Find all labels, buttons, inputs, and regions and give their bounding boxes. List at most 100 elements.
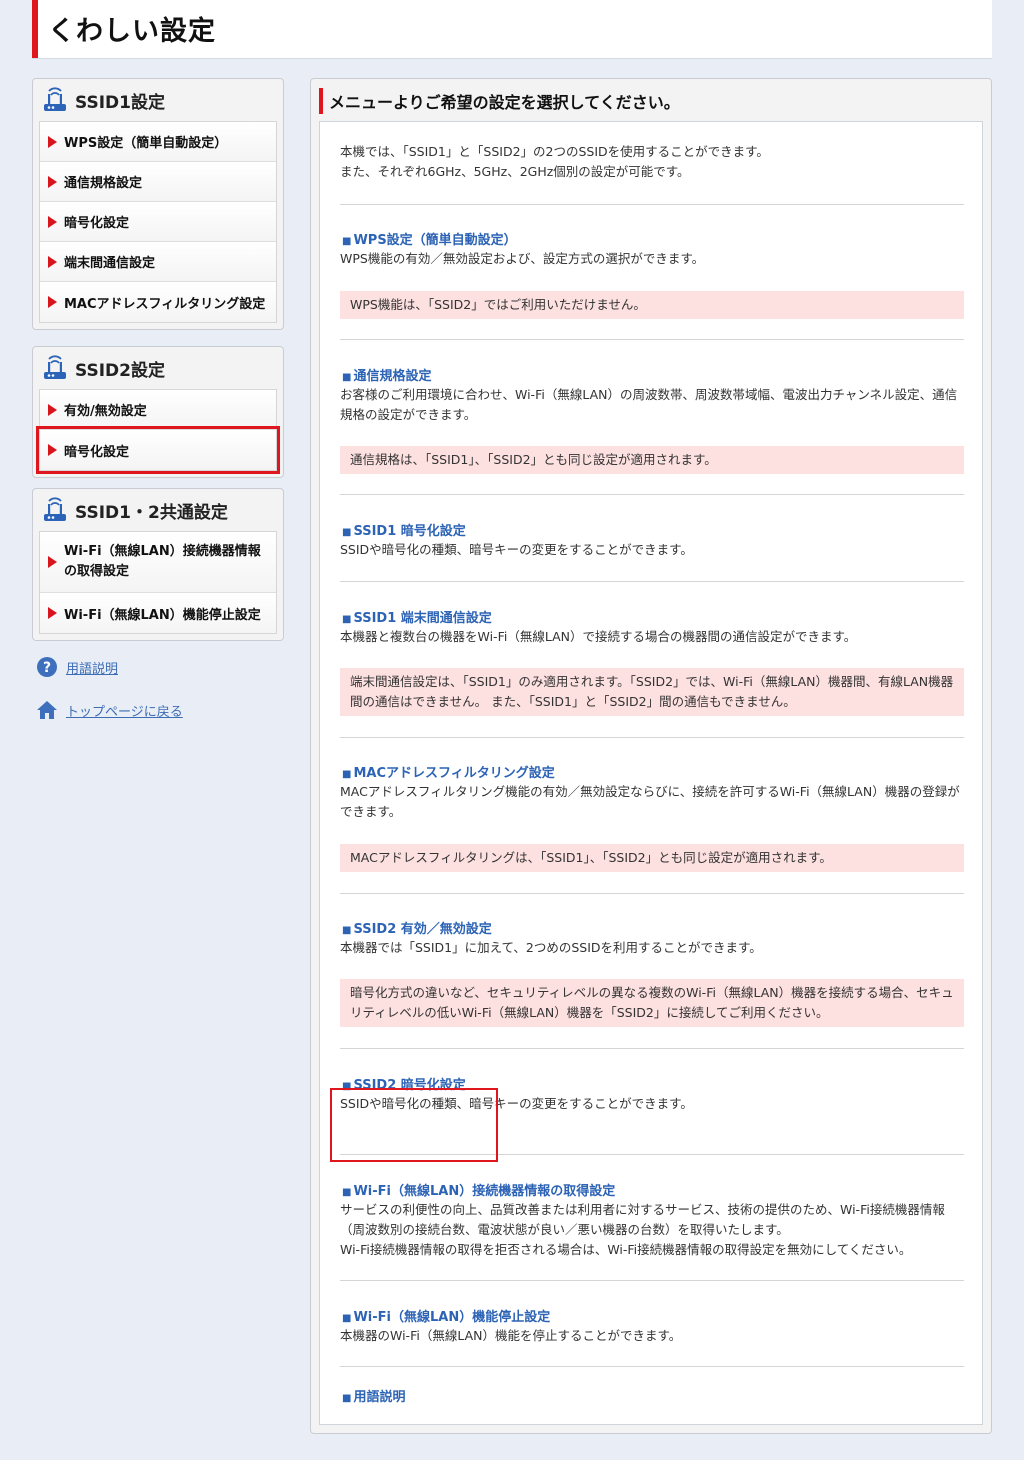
section-desc: サービスの利便性の向上、品質改善または利用者に対するサービス、技術の提供のため、… xyxy=(340,1200,964,1260)
main-title: メニューよりご希望の設定を選択してください。 xyxy=(319,87,680,115)
sidebar-item-inter-terminal[interactable]: 端末間通信設定 xyxy=(40,242,276,282)
sidebar-common-menu: Wi-Fi（無線LAN）接続機器情報の取得設定 Wi-Fi（無線LAN）機能停止… xyxy=(39,531,277,634)
sidebar-item-label: 暗号化設定 xyxy=(64,216,130,231)
section-note: 端末間通信設定は、「SSID1」のみ適用されます。「SSID2」では、Wi-Fi… xyxy=(340,668,964,716)
triangle-right-icon xyxy=(48,135,57,148)
svg-text:?: ? xyxy=(43,660,51,676)
triangle-right-icon xyxy=(48,175,57,188)
triangle-right-icon xyxy=(48,403,57,416)
sidebar-common-title: SSID1・2共通設定 xyxy=(75,502,228,523)
top-page-link-label: トップページに戻る xyxy=(66,704,183,720)
section-title-wifi-stop[interactable]: ■ Wi-Fi（無線LAN）機能停止設定 xyxy=(342,1306,550,1325)
section-title-text: 用語説明 xyxy=(353,1390,406,1405)
router-wifi-icon xyxy=(44,87,66,111)
section-title-text: WPS設定（簡単自動設定） xyxy=(353,233,517,248)
sidebar-item-label: 通信規格設定 xyxy=(64,176,143,191)
sidebar-item-device-info[interactable]: Wi-Fi（無線LAN）接続機器情報の取得設定 xyxy=(40,532,276,593)
sidebar-common-header: SSID1・2共通設定 xyxy=(39,489,277,531)
main-title-text: メニューよりご希望の設定を選択してください。 xyxy=(329,93,680,112)
sidebar-item-label: 端末間通信設定 xyxy=(64,256,156,271)
sidebar-item-label: 暗号化設定 xyxy=(64,444,130,460)
glossary-link[interactable]: ? 用語説明 xyxy=(36,656,118,678)
router-wifi-icon xyxy=(44,355,66,379)
sidebar-ssid2-header: SSID2設定 xyxy=(39,347,277,389)
sidebar-item-mac-filter[interactable]: MACアドレスフィルタリング設定 xyxy=(40,282,276,322)
sidebar-ssid1-panel: SSID1設定 WPS設定（簡単自動設定） 通信規格設定 暗号化設定 端末間通信… xyxy=(32,78,284,330)
sidebar-item-label: Wi-Fi（無線LAN）機能停止設定 xyxy=(64,607,261,623)
section-title-text: SSID1 端末間通信設定 xyxy=(353,611,492,626)
section-title-wps[interactable]: ■ WPS設定（簡単自動設定） xyxy=(342,229,517,248)
section-note: 通信規格は、「SSID1」、「SSID2」とも同じ設定が適用されます。 xyxy=(340,446,964,474)
sidebar-ssid1-header: SSID1設定 xyxy=(39,79,277,121)
section-desc: WPS機能の有効／無効設定および、設定方式の選択ができます。 xyxy=(340,251,705,266)
sidebar-item-ssid2-enable[interactable]: 有効/無効設定 xyxy=(40,390,276,430)
divider xyxy=(340,494,964,495)
divider xyxy=(340,737,964,738)
section-title-device-info[interactable]: ■ Wi-Fi（無線LAN）接続機器情報の取得設定 xyxy=(342,1180,615,1199)
main-content: 本機では、「SSID1」と「SSID2」の2つのSSIDを使用することができます… xyxy=(319,121,983,1425)
sidebar-item-wps[interactable]: WPS設定（簡単自動設定） xyxy=(40,122,276,162)
section-title-inter-terminal[interactable]: ■ SSID1 端末間通信設定 xyxy=(342,607,492,626)
sidebar-item-label: Wi-Fi（無線LAN）接続機器情報の取得設定 xyxy=(64,544,261,579)
section-note: MACアドレスフィルタリングは、「SSID1」、「SSID2」とも同じ設定が適用… xyxy=(340,844,964,872)
sidebar-ssid2-title: SSID2設定 xyxy=(75,360,165,381)
triangle-right-icon xyxy=(48,607,57,619)
section-note: WPS機能は、「SSID2」ではご利用いただけません。 xyxy=(340,291,964,319)
sidebar-ssid2-menu: 有効/無効設定 暗号化設定 xyxy=(36,389,280,474)
triangle-right-icon xyxy=(48,556,57,568)
section-desc: 本機器では「SSID1」に加えて、2つめのSSIDを利用することができます。 xyxy=(340,940,762,955)
section-title-text: 通信規格設定 xyxy=(353,369,432,384)
sidebar-ssid2-panel: SSID2設定 有効/無効設定 暗号化設定 xyxy=(32,346,284,478)
home-icon xyxy=(37,701,57,719)
top-page-link[interactable]: トップページに戻る xyxy=(36,699,183,721)
router-wifi-icon xyxy=(44,497,66,521)
main-panel: メニューよりご希望の設定を選択してください。 本機では、「SSID1」と「SSI… xyxy=(310,78,992,1434)
triangle-right-icon xyxy=(48,215,57,228)
sidebar-ssid1-menu: WPS設定（簡単自動設定） 通信規格設定 暗号化設定 端末間通信設定 MACアド… xyxy=(39,121,277,323)
divider xyxy=(340,1154,964,1155)
sidebar-item-ssid1-encryption[interactable]: 暗号化設定 xyxy=(40,202,276,242)
section-title-ssid2-encryption[interactable]: ■ SSID2 暗号化設定 xyxy=(342,1074,466,1093)
sidebar-item-wifi-stop[interactable]: Wi-Fi（無線LAN）機能停止設定 xyxy=(40,593,276,633)
section-desc: お客様のご利用環境に合わせ、Wi-Fi（無線LAN）の周波数帯、周波数帯域幅、電… xyxy=(340,387,958,422)
triangle-right-icon xyxy=(48,296,57,308)
triangle-right-icon xyxy=(48,444,57,456)
page-header: くわしい設定 xyxy=(32,0,992,59)
section-title-glossary[interactable]: ■ 用語説明 xyxy=(342,1386,405,1405)
section-title-standard[interactable]: ■ 通信規格設定 xyxy=(342,365,431,384)
divider xyxy=(340,581,964,582)
divider xyxy=(340,204,964,205)
header-accent-bar xyxy=(32,0,38,58)
divider xyxy=(340,1280,964,1281)
section-title-text: Wi-Fi（無線LAN）機能停止設定 xyxy=(353,1310,551,1325)
sidebar-item-label: WPS設定（簡単自動設定） xyxy=(64,136,228,151)
sidebar-ssid1-title: SSID1設定 xyxy=(75,92,165,113)
intro-line: 本機では、「SSID1」と「SSID2」の2つのSSIDを使用することができます… xyxy=(340,144,769,159)
section-desc-line: Wi-Fi接続機器情報の取得を拒否される場合は、Wi-Fi接続機器情報の取得設定… xyxy=(340,1242,912,1257)
section-title-text: SSID2 暗号化設定 xyxy=(353,1078,466,1093)
section-title-text: MACアドレスフィルタリング設定 xyxy=(353,766,555,781)
section-title-ssid1-encryption[interactable]: ■ SSID1 暗号化設定 xyxy=(342,520,466,539)
divider xyxy=(340,893,964,894)
section-desc: MACアドレスフィルタリング機能の有効／無効設定ならびに、接続を許可するWi-F… xyxy=(340,784,960,819)
section-desc: SSIDや暗号化の種類、暗号キーの変更をすることができます。 xyxy=(340,542,693,557)
intro-text: 本機では、「SSID1」と「SSID2」の2つのSSIDを使用することができます… xyxy=(340,142,970,182)
sidebar-item-ssid2-encryption[interactable]: 暗号化設定 xyxy=(36,426,280,474)
divider xyxy=(340,1366,964,1367)
help-icon: ? xyxy=(37,657,57,677)
divider xyxy=(340,1048,964,1049)
section-desc: SSIDや暗号化の種類、暗号キーの変更をすることができます。 xyxy=(340,1096,693,1111)
main-title-accent-bar xyxy=(319,88,323,114)
sidebar-common-panel: SSID1・2共通設定 Wi-Fi（無線LAN）接続機器情報の取得設定 Wi-F… xyxy=(32,488,284,641)
section-title-text: Wi-Fi（無線LAN）接続機器情報の取得設定 xyxy=(353,1184,616,1199)
sidebar-item-standard[interactable]: 通信規格設定 xyxy=(40,162,276,202)
section-title-mac-filter[interactable]: ■ MACアドレスフィルタリング設定 xyxy=(342,762,555,781)
section-desc: 本機器のWi-Fi（無線LAN）機能を停止することができます。 xyxy=(340,1328,682,1343)
section-title-text: SSID2 有効／無効設定 xyxy=(353,922,492,937)
sidebar-item-label: 有効/無効設定 xyxy=(64,404,147,419)
intro-line: また、それぞれ6GHz、5GHz、2GHz個別の設定が可能です。 xyxy=(340,164,690,179)
section-desc: 本機器と複数台の機器をWi-Fi（無線LAN）で接続する場合の機器間の通信設定が… xyxy=(340,629,857,644)
section-title-ssid2-enable[interactable]: ■ SSID2 有効／無効設定 xyxy=(342,918,492,937)
page-title: くわしい設定 xyxy=(48,16,216,47)
section-desc-line: サービスの利便性の向上、品質改善または利用者に対するサービス、技術の提供のため、… xyxy=(340,1202,945,1237)
